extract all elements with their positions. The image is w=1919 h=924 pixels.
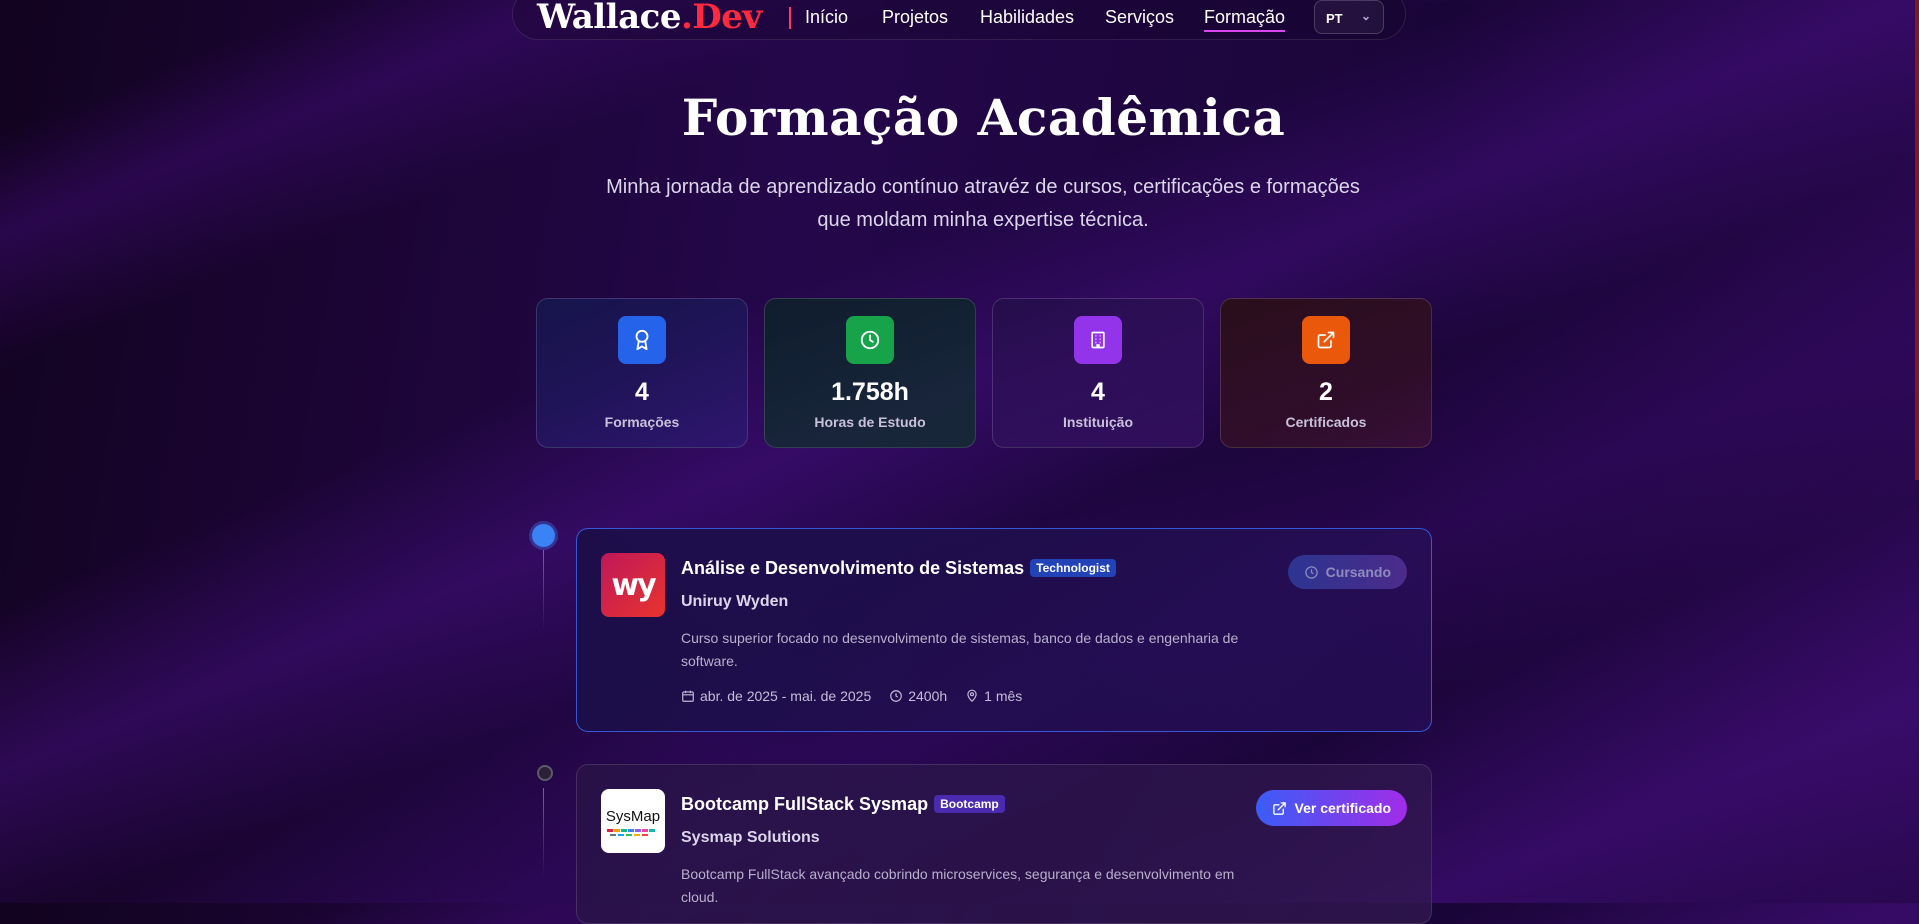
timeline-line [543, 788, 544, 878]
course-title: Análise e Desenvolvimento de Sistemas [681, 558, 1025, 578]
external-link-icon [1302, 316, 1350, 364]
stat-card-formacoes: 4 Formações [536, 298, 748, 448]
course-description: Bootcamp FullStack avançado cobrindo mic… [681, 866, 1235, 905]
education-card: SysMap Bootcamp FullStack Sysmap Bootcamp… [576, 764, 1432, 924]
chevron-down-icon: ⌄ [1361, 9, 1372, 23]
course-description: Curso superior focado no desenvolvimento… [681, 630, 1239, 669]
stat-label: Certificados [1285, 414, 1367, 430]
language-select[interactable]: PT ⌄ [1314, 0, 1384, 34]
page-title: Formação Acadêmica [681, 88, 1286, 147]
institution-logo: wy [601, 553, 665, 617]
education-card: wy Análise e Desenvolvimento de Sistemas… [576, 528, 1432, 732]
course-title-row: Bootcamp FullStack Sysmap Bootcamp [681, 794, 1005, 815]
stat-card-certificados: 2 Certificados [1220, 298, 1432, 448]
status-badge: Cursando [1287, 555, 1407, 589]
stat-value: 2 [1319, 378, 1333, 406]
stat-value: 4 [635, 378, 649, 406]
brand-logo[interactable]: Wallace.Dev [537, 0, 762, 37]
map-pin-icon [967, 689, 977, 703]
course-type-badge: Bootcamp [934, 795, 1005, 813]
view-certificate-label: Ver certificado [1294, 800, 1392, 816]
institution-name: Sysmap Solutions [681, 829, 820, 846]
award-icon [618, 316, 666, 364]
nav-divider [789, 7, 791, 29]
clock-icon [1304, 565, 1318, 579]
brand-accent: .Dev [680, 0, 762, 37]
institution-name: Uniruy Wyden [681, 593, 789, 610]
nav-link-projetos[interactable]: Projetos [882, 7, 948, 28]
course-type-badge: Technologist [1030, 559, 1116, 577]
institution-logo: SysMap [601, 789, 665, 853]
logo-text: SysMap [606, 808, 660, 825]
building-icon [1074, 316, 1122, 364]
view-certificate-button[interactable]: Ver certificado [1255, 790, 1407, 826]
course-meta: abr. de 2025 - mai. de 2025 2400h 1 mês [681, 688, 1040, 704]
language-code: PT [1326, 11, 1343, 26]
nav-link-formacao[interactable]: Formação [1204, 7, 1286, 32]
stat-card-instituicao: 4 Instituição [992, 298, 1204, 448]
nav-link-servicos[interactable]: Serviços [1105, 7, 1174, 28]
stat-label: Formações [604, 414, 680, 430]
timeline-dot-active [532, 524, 555, 547]
course-period: abr. de 2025 - mai. de 2025 [700, 688, 872, 704]
timeline-line [543, 550, 544, 630]
scrollbar[interactable] [1915, 0, 1919, 480]
course-hours: 2400h [908, 688, 948, 704]
page-subtitle: Minha jornada de aprendizado contínuo at… [606, 176, 1360, 231]
logo-text: wy [611, 567, 656, 603]
nav-link-habilidades[interactable]: Habilidades [980, 7, 1074, 28]
brand-name: Wallace [537, 0, 681, 37]
stat-label: Instituição [1062, 414, 1133, 430]
course-title: Bootcamp FullStack Sysmap [681, 794, 929, 814]
stat-value: 4 [1091, 378, 1105, 406]
stat-value: 1.758h [831, 378, 909, 406]
clock-icon [846, 316, 894, 364]
course-title-row: Análise e Desenvolvimento de Sistemas Tec… [681, 558, 1116, 579]
clock-icon [890, 690, 903, 702]
calendar-icon [682, 690, 694, 702]
nav-link-inicio[interactable]: Início [805, 7, 848, 28]
course-duration: 1 mês [984, 688, 1023, 704]
sysmap-logo: SysMap [606, 808, 660, 836]
timeline-dot [537, 765, 553, 781]
external-link-icon [1272, 801, 1286, 815]
stat-label: Horas de Estudo [814, 414, 926, 430]
top-navbar: Wallace.Dev Início Projetos Habilidades … [512, 0, 1406, 40]
stat-card-horas: 1.758h Horas de Estudo [764, 298, 976, 448]
status-label: Cursando [1325, 564, 1391, 580]
